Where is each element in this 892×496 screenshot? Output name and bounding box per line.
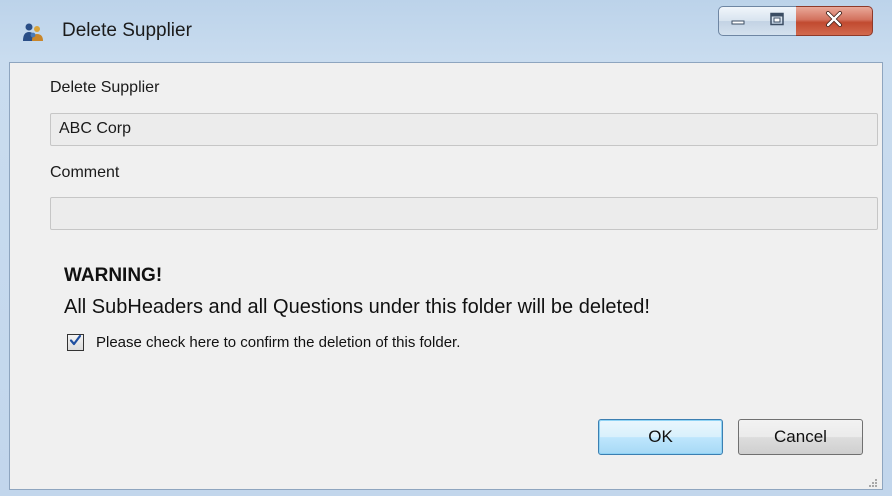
checkmark-icon (69, 334, 82, 352)
maximize-button[interactable] (757, 6, 797, 36)
supplier-name-field[interactable]: ABC Corp (50, 113, 878, 146)
users-icon (22, 21, 44, 43)
confirm-checkbox-label[interactable]: Please check here to confirm the deletio… (96, 334, 460, 351)
minimize-icon (730, 12, 746, 30)
warning-title: WARNING! (64, 265, 163, 286)
minimize-button[interactable] (718, 6, 758, 36)
supplier-label: Delete Supplier (50, 79, 160, 96)
ok-button[interactable]: OK (598, 419, 723, 455)
title-bar[interactable]: Delete Supplier (0, 0, 892, 62)
maximize-icon (769, 12, 785, 31)
comment-field[interactable] (50, 197, 878, 230)
confirm-checkbox[interactable] (67, 334, 84, 351)
close-button[interactable] (796, 6, 873, 36)
dialog-body: Delete Supplier ABC Corp Comment WARNING… (9, 62, 883, 490)
resize-grip-icon[interactable] (868, 475, 878, 487)
warning-message: All SubHeaders and all Questions under t… (64, 296, 650, 318)
dialog-window: Delete Supplier Delete Supplier ABC Corp… (0, 0, 892, 496)
window-title: Delete Supplier (62, 20, 192, 41)
close-icon (825, 10, 843, 32)
comment-label: Comment (50, 164, 120, 181)
cancel-button[interactable]: Cancel (738, 419, 863, 455)
